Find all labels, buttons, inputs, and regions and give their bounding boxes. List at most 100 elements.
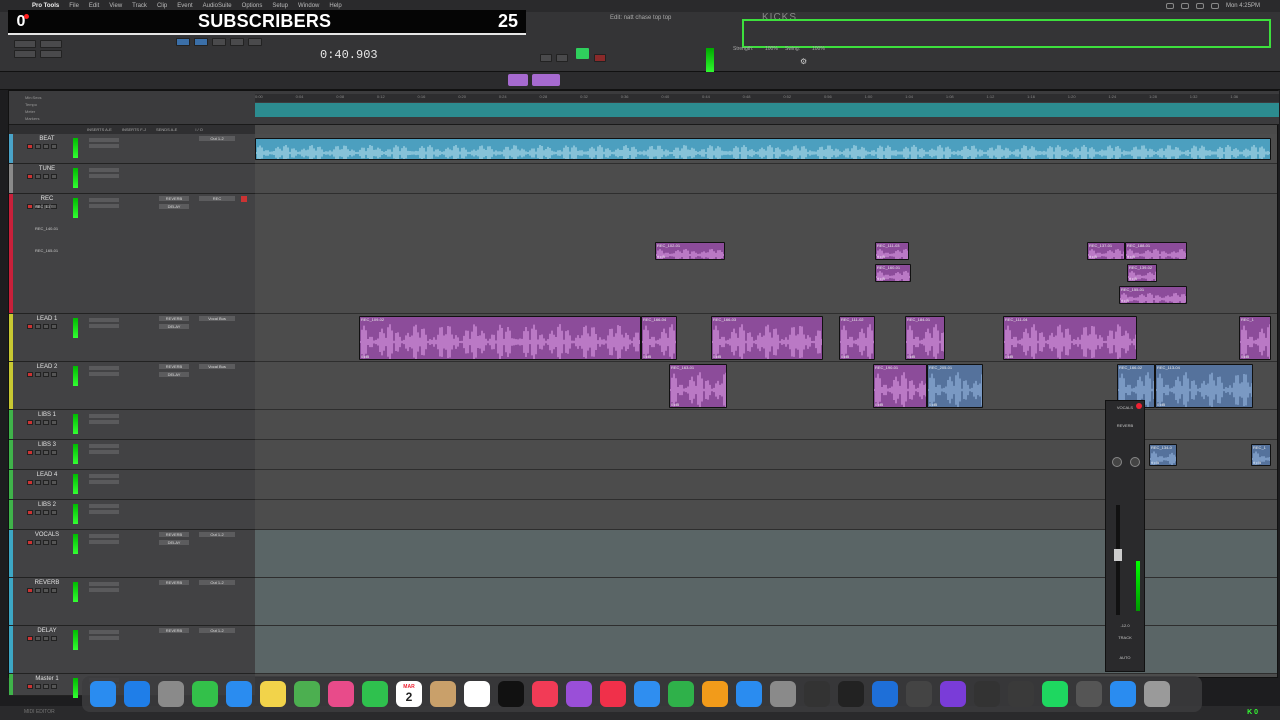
mail-icon[interactable] — [226, 681, 252, 707]
menu-options[interactable]: Options — [242, 3, 263, 9]
track-name[interactable]: LEAD 1 — [27, 316, 67, 322]
solo-button[interactable] — [43, 480, 49, 485]
news-icon[interactable] — [600, 681, 626, 707]
audio-clip[interactable]: REC_163-01 0 dB — [669, 364, 727, 408]
contacts-icon[interactable] — [430, 681, 456, 707]
mute-button[interactable] — [51, 174, 57, 179]
track-name[interactable]: REVERB — [27, 580, 67, 586]
audio-clip[interactable]: REC_190-01 0 dB — [873, 364, 927, 408]
mute-button[interactable] — [51, 372, 57, 377]
spot-button[interactable] — [40, 40, 62, 48]
memory-marker[interactable] — [508, 74, 528, 86]
notes-icon[interactable] — [260, 681, 286, 707]
track-header[interactable]: LEAD 2 Vocal Bus REVERB DELAY — [9, 362, 255, 410]
music-icon[interactable] — [532, 681, 558, 707]
record-enable-button[interactable] — [27, 372, 33, 377]
logic-icon[interactable] — [804, 681, 830, 707]
record-enable-button[interactable] — [27, 540, 33, 545]
launchpad-icon[interactable] — [158, 681, 184, 707]
input-monitor-button[interactable] — [35, 684, 41, 689]
input-monitor-button[interactable] — [35, 510, 41, 515]
send-slot[interactable]: DELAY — [159, 324, 189, 329]
record-enable-button[interactable] — [27, 204, 33, 209]
solo-button[interactable] — [43, 684, 49, 689]
solo-button[interactable] — [43, 420, 49, 425]
input-monitor-button[interactable] — [35, 450, 41, 455]
play-button[interactable] — [576, 48, 589, 59]
memory-marker[interactable] — [532, 74, 560, 86]
waves-icon[interactable] — [906, 681, 932, 707]
mute-button[interactable] — [51, 480, 57, 485]
playlist-name[interactable]: REC_137 — [35, 204, 52, 209]
mixer-track-button[interactable]: TRACK — [1106, 635, 1144, 640]
track-header[interactable]: LIBS 2 — [9, 500, 255, 530]
audio-clip[interactable]: REC_134-0 0 dB — [1149, 444, 1177, 466]
send-slot[interactable]: REVERB — [159, 364, 189, 369]
insert-slot[interactable] — [89, 504, 119, 508]
strength-value[interactable]: 100% — [765, 46, 778, 52]
messages-icon[interactable] — [192, 681, 218, 707]
send-slot[interactable]: DELAY — [159, 372, 189, 377]
audio-clip[interactable]: REC_188-01 0 dB — [1125, 242, 1187, 260]
tempo-ruler-lane[interactable] — [255, 103, 1279, 117]
track-header[interactable]: BEAT Out 1-2 — [9, 134, 255, 164]
menu-window[interactable]: Window — [298, 3, 319, 9]
send-slot[interactable]: REVERB — [159, 196, 189, 201]
mute-button[interactable] — [51, 510, 57, 515]
menu-view[interactable]: View — [109, 3, 122, 9]
insert-slot[interactable] — [89, 324, 119, 328]
facetime-icon[interactable] — [362, 681, 388, 707]
solo-button[interactable] — [43, 540, 49, 545]
grid-button[interactable] — [40, 50, 62, 58]
output-selector[interactable]: REC — [199, 196, 235, 201]
menu-audiosuite[interactable]: AudioSuite — [203, 3, 232, 9]
solo-button[interactable] — [43, 636, 49, 641]
send-slot[interactable]: REVERB — [159, 532, 189, 537]
output-selector[interactable]: Out 1-2 — [199, 532, 235, 537]
track-lane[interactable] — [255, 164, 1277, 194]
insert-slot[interactable] — [89, 144, 119, 148]
track-header[interactable]: REVERB Out 1-2 REVERB — [9, 578, 255, 626]
audio-clip[interactable]: REC_1 0 dB — [1251, 444, 1271, 466]
playlist-name[interactable]: REC_140-01 — [35, 226, 58, 231]
solo-button[interactable] — [43, 450, 49, 455]
grabber-tool[interactable] — [230, 38, 244, 46]
track-name[interactable]: DELAY — [27, 628, 67, 634]
safari-icon[interactable] — [124, 681, 150, 707]
menu-setup[interactable]: Setup — [272, 3, 288, 9]
track-name[interactable]: BEAT — [27, 136, 67, 142]
finder-icon[interactable] — [90, 681, 116, 707]
menu-event[interactable]: Event — [177, 3, 192, 9]
send-slot[interactable]: REVERB — [159, 580, 189, 585]
podcasts-icon[interactable] — [566, 681, 592, 707]
trim-tool[interactable] — [194, 38, 208, 46]
input-monitor-button[interactable] — [35, 174, 41, 179]
insert-slot[interactable] — [89, 420, 119, 424]
mute-button[interactable] — [51, 540, 57, 545]
swing-value[interactable]: 100% — [812, 46, 825, 52]
track-header[interactable]: TUNE — [9, 164, 255, 194]
keynote-icon[interactable] — [634, 681, 660, 707]
output-selector[interactable]: Out 1-2 — [199, 628, 235, 633]
insert-slot[interactable] — [89, 540, 119, 544]
track-name[interactable]: LEAD 2 — [27, 364, 67, 370]
record-enable-button[interactable] — [27, 588, 33, 593]
audio-clip[interactable]: REC_111-04 0 dB — [1003, 316, 1137, 360]
audio-clip[interactable]: REC_205-01 0 dB — [927, 364, 983, 408]
mute-button[interactable] — [51, 588, 57, 593]
stop-button[interactable] — [556, 54, 568, 62]
reminders-icon[interactable] — [464, 681, 490, 707]
insert-slot[interactable] — [89, 198, 119, 202]
mixer-auto-button[interactable]: AUTO — [1106, 655, 1144, 660]
mute-button[interactable] — [51, 144, 57, 149]
menu-clip[interactable]: Clip — [157, 3, 167, 9]
output-selector[interactable]: Out 1-2 — [199, 136, 235, 141]
ilok-icon[interactable] — [838, 681, 864, 707]
insert-slot[interactable] — [89, 636, 119, 640]
output-selector[interactable]: Vocal Bus — [199, 316, 235, 321]
insert-slot[interactable] — [89, 588, 119, 592]
close-icon[interactable] — [1136, 403, 1142, 409]
insert-slot[interactable] — [89, 534, 119, 538]
camera-icon[interactable] — [1076, 681, 1102, 707]
send-slot[interactable]: REVERB — [159, 316, 189, 321]
